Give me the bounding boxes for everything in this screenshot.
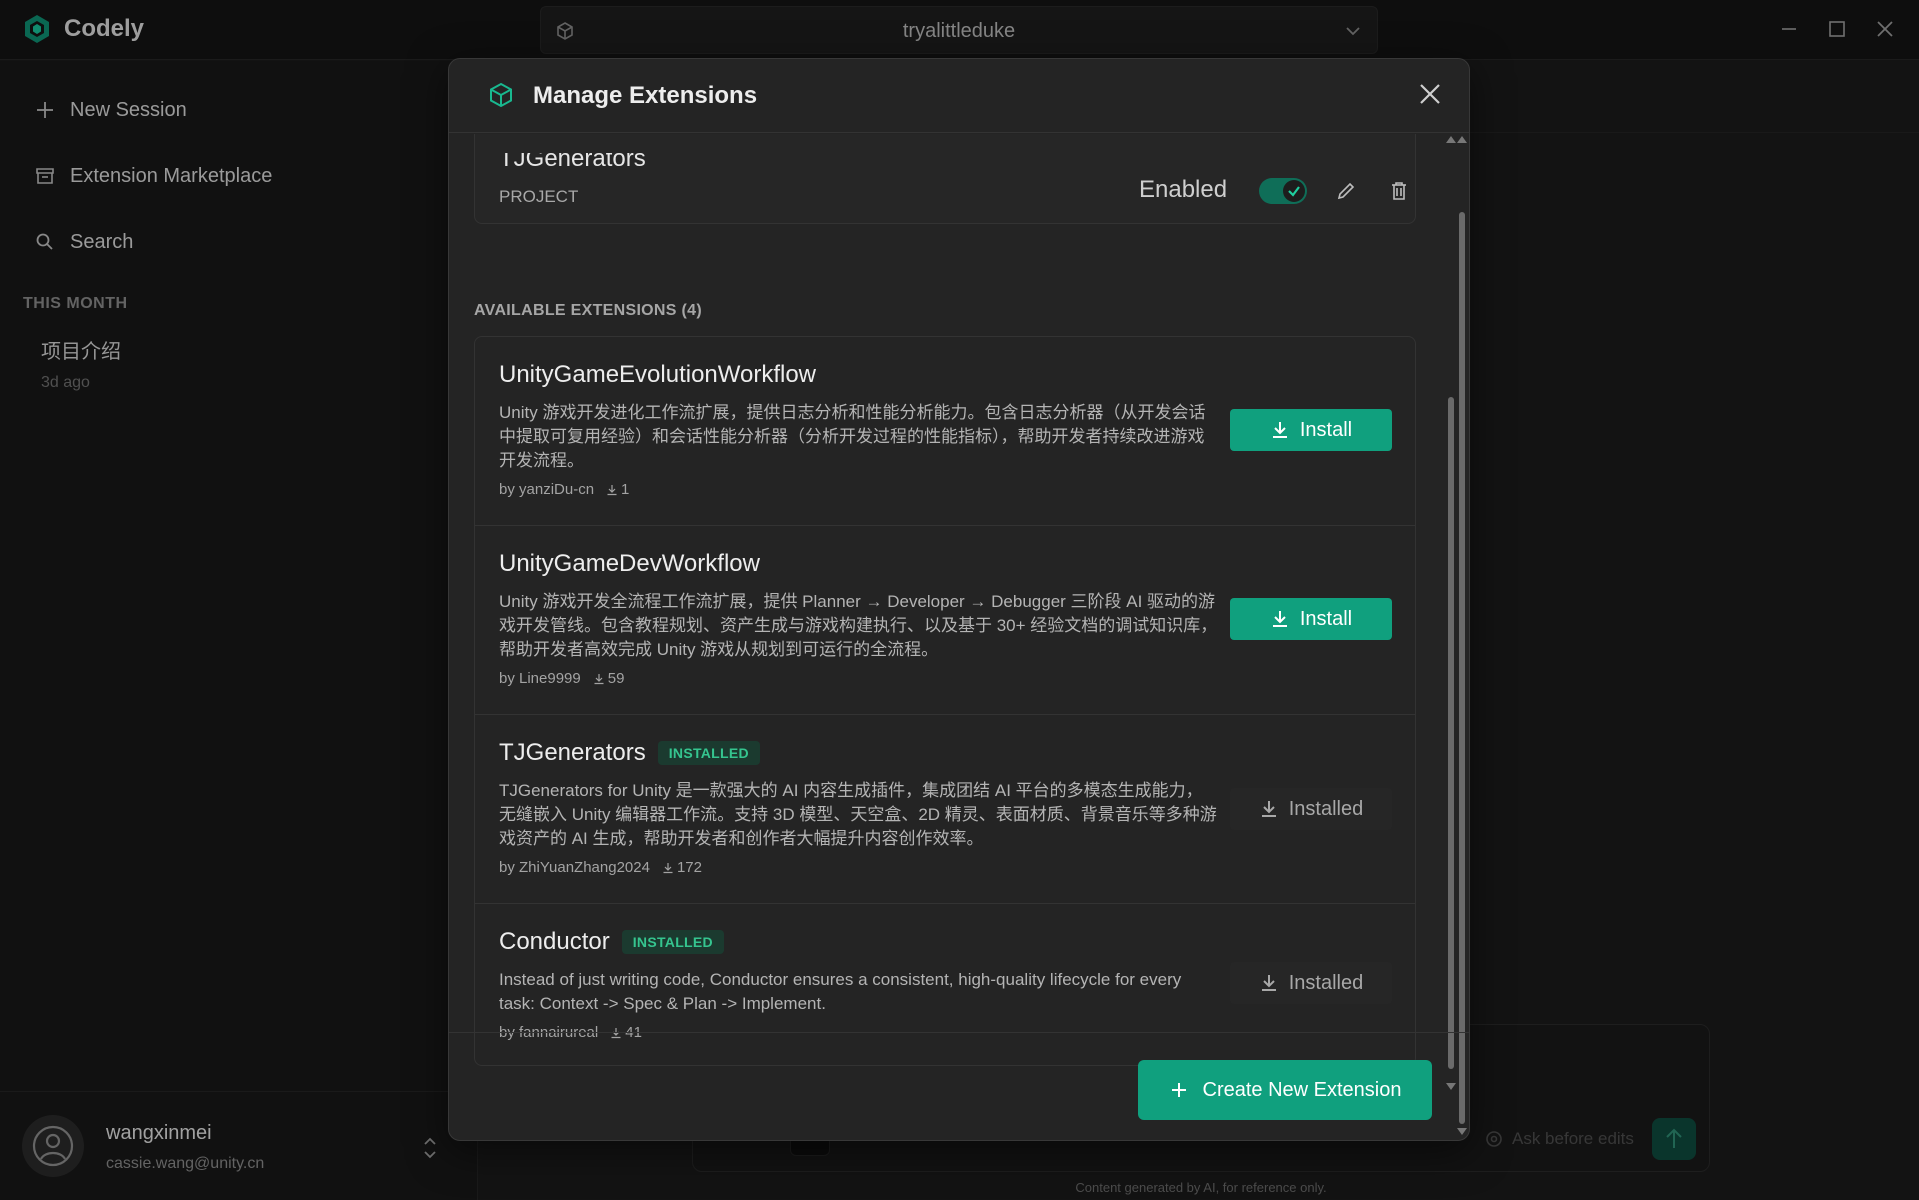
extension-name-row: UnityGameDevWorkflow — [499, 550, 760, 578]
extension-name: UnityGameDevWorkflow — [499, 550, 760, 577]
extension-name-row: UnityGameEvolutionWorkflow — [499, 361, 816, 389]
extension-meta: by Line9999 59 — [499, 670, 624, 687]
download-count: 172 — [662, 859, 702, 876]
enabled-toggle[interactable] — [1259, 178, 1307, 204]
create-new-extension-label: Create New Extension — [1202, 1078, 1402, 1101]
list-item: TJGenerators INSTALLED TJGenerators for … — [475, 715, 1415, 904]
installed-extension-name: TJGenerators — [499, 145, 646, 172]
available-extensions-header: AVAILABLE EXTENSIONS (4) — [474, 302, 702, 319]
download-count-value: 59 — [607, 670, 625, 687]
pencil-icon[interactable] — [1335, 180, 1357, 202]
installed-extension-scope: PROJECT — [499, 187, 579, 206]
download-icon — [663, 862, 673, 873]
download-icon — [1261, 975, 1276, 991]
extension-meta: by yanziDu-cn 1 — [499, 481, 629, 498]
install-button[interactable]: Install — [1230, 598, 1392, 640]
extension-meta: by ZhiYuanZhang2024 172 — [499, 859, 702, 876]
extension-author: by yanziDu-cn — [499, 481, 595, 498]
extension-description: Unity 游戏开发进化工作流扩展，提供日志分析和性能分析能力。包含日志分析器（… — [499, 403, 1206, 470]
extension-name-row: Conductor INSTALLED — [499, 928, 724, 956]
dialog-title: Manage Extensions — [533, 82, 758, 109]
dialog-header: Manage Extensions — [449, 59, 1469, 133]
plus-icon — [1171, 1083, 1186, 1097]
dialog-footer: Create New Extension — [449, 1032, 1469, 1140]
toggle-knob — [1283, 180, 1305, 202]
extension-list: UnityGameEvolutionWorkflow Unity 游戏开发进化工… — [474, 336, 1416, 1066]
installed-button: Installed — [1230, 962, 1392, 1004]
enabled-label: Enabled — [1139, 176, 1228, 203]
trash-icon[interactable] — [1389, 180, 1409, 202]
list-item: UnityGameEvolutionWorkflow Unity 游戏开发进化工… — [475, 337, 1415, 526]
install-label: Install — [1299, 607, 1353, 630]
installed-badge: INSTALLED — [621, 930, 724, 954]
installed-extension-card: TJGenerators PROJECT Enabled — [474, 134, 1416, 224]
extension-description: Instead of just writing code, Conductor … — [499, 970, 1182, 1013]
install-button[interactable]: Install — [1230, 409, 1392, 451]
download-icon — [607, 484, 617, 495]
download-icon — [594, 673, 604, 684]
extension-name-row: TJGenerators INSTALLED — [499, 739, 760, 767]
close-icon[interactable] — [1415, 79, 1445, 109]
download-count: 1 — [606, 481, 629, 498]
extension-author: by ZhiYuanZhang2024 — [499, 859, 650, 876]
manage-extensions-dialog: Manage Extensions TJGenerators PROJECT E… — [448, 58, 1470, 1141]
scroll-up-arrow-icon[interactable] — [1457, 136, 1467, 143]
list-item: UnityGameDevWorkflow Unity 游戏开发全流程工作流扩展，… — [475, 526, 1415, 715]
download-count: 59 — [593, 670, 625, 687]
install-label: Install — [1299, 418, 1353, 441]
installed-label: Installed — [1288, 797, 1364, 820]
extension-name: Conductor — [499, 928, 610, 955]
extension-description: Unity 游戏开发全流程工作流扩展，提供 Planner → Develope… — [499, 592, 1218, 659]
download-count-value: 1 — [621, 481, 630, 498]
download-icon — [1272, 422, 1287, 438]
installed-button: Installed — [1230, 788, 1392, 830]
extension-name: TJGenerators — [499, 739, 646, 766]
extension-author: by Line9999 — [499, 670, 581, 687]
cube-icon — [490, 82, 512, 108]
create-new-extension-button[interactable]: Create New Extension — [1138, 1060, 1432, 1120]
download-icon — [1261, 801, 1276, 817]
installed-badge: INSTALLED — [657, 741, 760, 765]
extension-name: UnityGameEvolutionWorkflow — [499, 361, 817, 388]
dialog-scrollbar[interactable] — [1455, 134, 1469, 1139]
list-scrollbar-thumb[interactable] — [1448, 397, 1454, 1069]
dialog-body: TJGenerators PROJECT Enabled AVAILABLE E… — [449, 134, 1449, 1089]
download-icon — [1272, 611, 1287, 627]
dialog-scrollbar-thumb[interactable] — [1459, 212, 1465, 1124]
extension-description: TJGenerators for Unity 是一款强大的 AI 内容生成插件，… — [499, 781, 1217, 848]
download-count-value: 172 — [676, 859, 702, 876]
installed-label: Installed — [1288, 971, 1364, 994]
check-icon — [1288, 186, 1300, 197]
